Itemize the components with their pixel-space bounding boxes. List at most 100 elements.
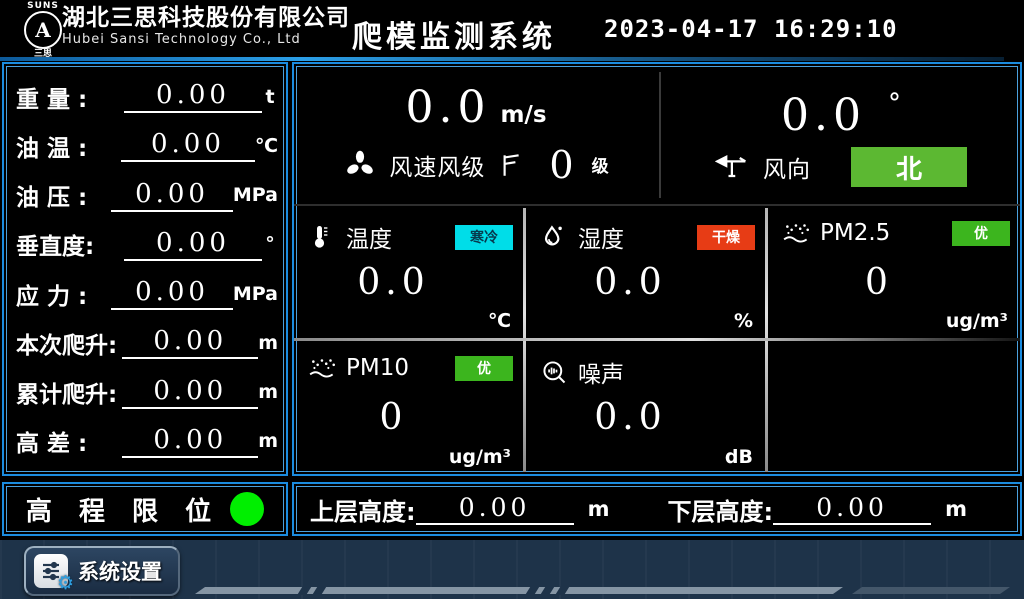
metric-label: 重 量 : <box>16 80 124 114</box>
wind-speed-block: 0.0m/s 风速风级 <box>294 64 658 204</box>
sensor-unit: ℃ <box>488 310 511 332</box>
sensor-label: PM2.5 <box>820 220 890 246</box>
metric-unit: MPa <box>233 184 278 206</box>
wind-section: 0.0m/s 风速风级 <box>294 64 1020 204</box>
sensor-cell-temperature: 温度 寒冷 0.0 ℃ <box>294 206 523 338</box>
sensor-status-badge: 干燥 <box>697 225 755 250</box>
metric-value: 0.00 <box>111 277 233 310</box>
sensor-unit: ug/m³ <box>946 310 1008 332</box>
upper-height-group: 上层高度: 0.00 m <box>310 492 610 527</box>
header: SUNS A 三思 湖北三思科技股份有限公司 Hubei Sansi Techn… <box>0 0 1024 57</box>
sensor-value: 0 <box>768 262 990 303</box>
sensor-cell-humidity: 湿度 干燥 0.0 % <box>526 206 765 338</box>
metric-value: 0.00 <box>121 129 255 162</box>
metric-label: 应 力 : <box>16 277 111 311</box>
upper-height-value: 0.00 <box>416 493 574 525</box>
metric-unit: MPa <box>233 283 278 305</box>
sensor-value: 0 <box>294 397 493 438</box>
particles-icon <box>782 220 812 246</box>
wind-direction-label: 风向 <box>763 150 811 184</box>
metric-unit: ° <box>262 233 278 255</box>
wind-speed-unit: m/s <box>500 102 546 128</box>
sensor-label: 温度 <box>346 220 392 254</box>
thermometer-icon <box>308 224 338 250</box>
metric-unit: t <box>262 86 278 108</box>
metric-value: 0.00 <box>124 228 262 261</box>
metric-value: 0.00 <box>122 376 258 409</box>
metric-label: 高 差 : <box>16 424 122 458</box>
metric-label: 累计爬升: <box>16 375 122 409</box>
droplet-icon <box>540 224 570 250</box>
metric-row-stress: 应 力 : 0.00 MPa <box>16 272 278 316</box>
metric-row-weight: 重 量 : 0.00 t <box>16 75 278 119</box>
taskbar-deco-stripe <box>195 587 843 594</box>
metric-label: 油 压 : <box>16 178 111 212</box>
metric-value: 0.00 <box>124 80 262 113</box>
sensor-cell-pm25: PM2.5 优 0 ug/m³ <box>768 206 1020 338</box>
upper-height-label: 上层高度: <box>310 492 416 527</box>
wind-compass-button[interactable]: 北 <box>851 147 967 187</box>
wind-speed-value: 0.0m/s <box>405 85 546 138</box>
sensor-status-badge: 寒冷 <box>455 225 513 250</box>
screen: SUNS A 三思 湖北三思科技股份有限公司 Hubei Sansi Techn… <box>0 0 1024 599</box>
metric-label: 油 温 : <box>16 129 121 163</box>
metric-value: 0.00 <box>122 425 258 458</box>
sensor-grid: 温度 寒冷 0.0 ℃ 湿度 干燥 <box>294 206 1020 474</box>
sensor-cell-empty <box>768 341 1020 474</box>
sensor-unit: % <box>734 310 753 332</box>
lower-height-group: 下层高度: 0.00 m <box>668 492 968 527</box>
company-name-cn: 湖北三思科技股份有限公司 <box>62 5 350 31</box>
metric-unit: m <box>258 332 278 354</box>
wind-speed-label: 风速风级 <box>389 148 485 182</box>
taskbar-deco-stripe <box>852 587 1010 594</box>
wind-direction-value: 0.0° <box>781 81 901 139</box>
settings-sliders-icon: ⚙ <box>34 554 68 588</box>
page-title: 爬模监测系统 <box>352 12 556 56</box>
metric-label: 垂直度: <box>16 227 124 261</box>
metric-row-current-climb: 本次爬升: 0.00 m <box>16 321 278 365</box>
taskbar: ⚙ 系统设置 <box>0 540 1024 599</box>
environment-panel: 0.0m/s 风速风级 <box>292 62 1022 476</box>
metric-row-total-climb: 累计爬升: 0.00 m <box>16 370 278 414</box>
metric-row-verticality: 垂直度: 0.00 ° <box>16 222 278 266</box>
sensor-label: 噪声 <box>578 355 624 389</box>
company-name-en: Hubei Sansi Technology Co., Ltd <box>62 31 350 48</box>
metric-label: 本次爬升: <box>16 326 122 360</box>
sensor-unit: dB <box>725 446 753 468</box>
logo-emblem-icon: A <box>24 11 62 49</box>
metric-unit: m <box>258 381 278 403</box>
sensor-value: 0.0 <box>526 397 735 438</box>
metric-value: 0.00 <box>111 179 233 212</box>
heights-box: 上层高度: 0.00 m 下层高度: 0.00 m <box>292 482 1022 536</box>
elevation-limit-label: 高 程 限 位 <box>26 491 220 528</box>
sensor-value: 0.0 <box>526 262 735 303</box>
settings-button-label: 系统设置 <box>78 556 162 586</box>
sensor-status-badge: 优 <box>952 221 1010 246</box>
system-settings-button[interactable]: ⚙ 系统设置 <box>24 546 180 596</box>
sensor-unit: ug/m³ <box>449 446 511 468</box>
metric-unit: ℃ <box>255 135 278 157</box>
lower-height-value: 0.00 <box>773 493 931 525</box>
sensor-label: PM10 <box>346 355 409 381</box>
header-divider <box>0 57 1004 61</box>
metric-row-height-diff: 高 差 : 0.00 m <box>16 419 278 463</box>
sensor-value: 0.0 <box>294 262 493 303</box>
fan-icon <box>343 148 377 182</box>
noise-icon <box>540 359 570 385</box>
wind-level-icon <box>497 151 523 179</box>
wind-level-value: 0 <box>549 146 573 184</box>
datetime-display: 2023-04-17 16:29:10 <box>604 15 898 43</box>
logo-suns-text: SUNS <box>22 1 64 11</box>
wind-level-unit: 级 <box>592 152 609 177</box>
wind-direction-unit: ° <box>888 89 901 119</box>
metric-row-oil-temp: 油 温 : 0.00 ℃ <box>16 124 278 168</box>
wind-direction-block: 0.0° 风向 北 <box>662 64 1020 204</box>
metrics-panel: 重 量 : 0.00 t 油 温 : 0.00 ℃ 油 压 : 0.00 MPa… <box>2 62 288 476</box>
gear-icon: ⚙ <box>57 574 74 593</box>
lower-height-label: 下层高度: <box>668 492 774 527</box>
metric-row-oil-pressure: 油 压 : 0.00 MPa <box>16 173 278 217</box>
sensor-label: 湿度 <box>578 220 624 254</box>
company-logo: SUNS A 三思 <box>22 1 64 59</box>
lower-height-unit: m <box>945 497 967 521</box>
sensor-cell-noise: 噪声 0.0 dB <box>526 341 765 474</box>
